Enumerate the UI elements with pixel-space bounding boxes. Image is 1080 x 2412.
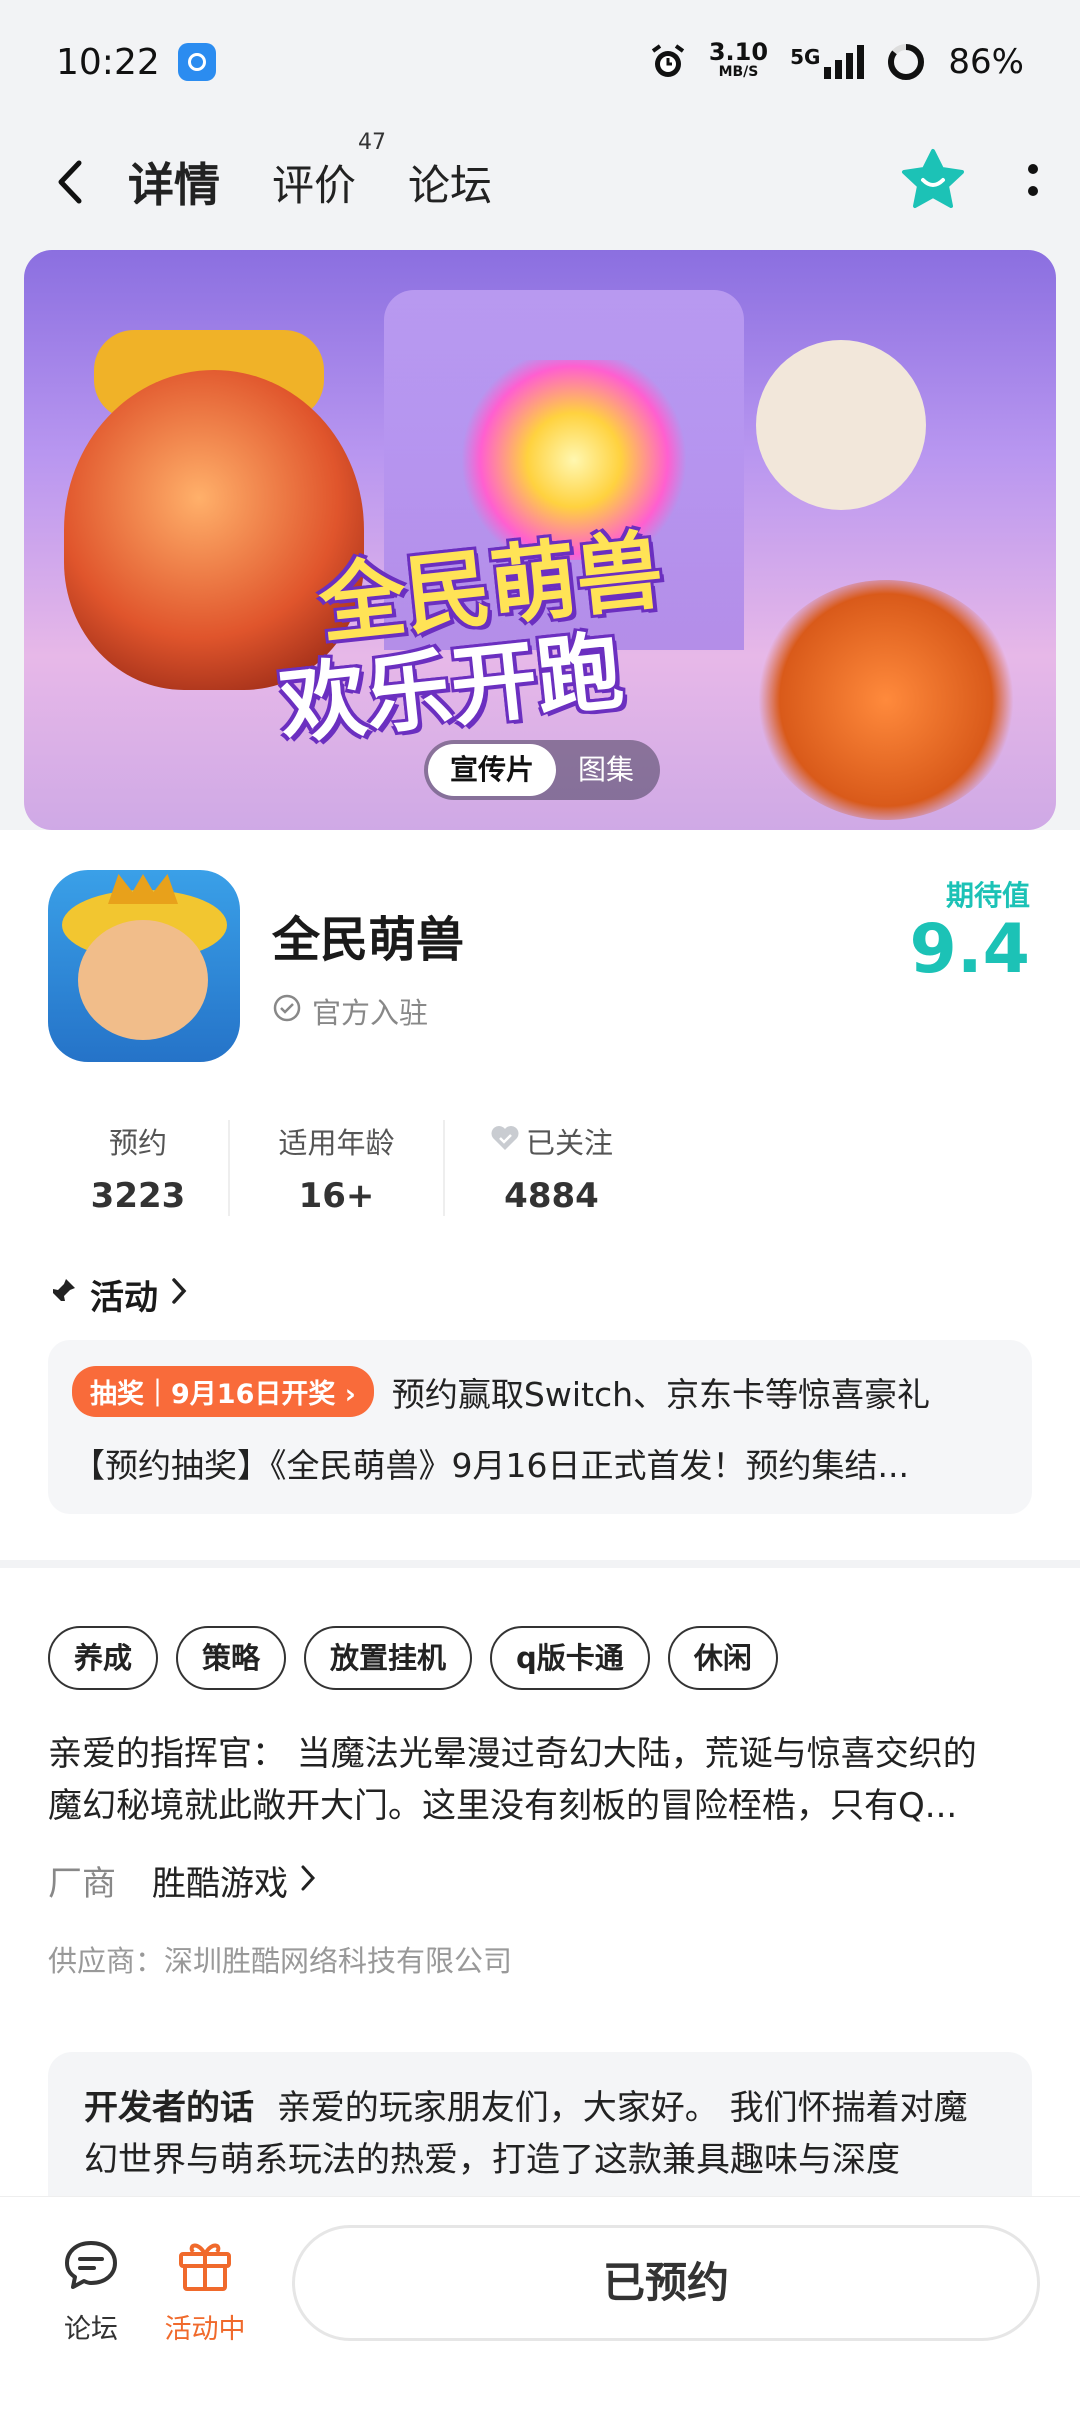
- battery-percent: 86%: [948, 42, 1024, 82]
- stat-label: 适用年龄: [278, 1126, 395, 1160]
- battery-ring-icon: [886, 42, 926, 82]
- status-bar: 10:22 3.10 MB/S 5G 86%: [0, 0, 1080, 124]
- status-indicators: 3.10 MB/S 5G 86%: [649, 38, 1024, 82]
- stat-followers[interactable]: 已关注 4884: [443, 1120, 658, 1216]
- supplier-text: 供应商：深圳胜酷网络科技有限公司: [48, 1944, 513, 1978]
- notification-app-icon: [177, 43, 216, 81]
- status-time: 10:22: [56, 41, 160, 83]
- reserved-button[interactable]: 已预约: [292, 2225, 1040, 2341]
- chevron-right-icon: [300, 1861, 316, 1901]
- chevron-right-icon: ›: [344, 1379, 356, 1410]
- reviews-count-badge: 47: [358, 129, 387, 155]
- tab-forum[interactable]: 论坛: [408, 152, 492, 213]
- stat-label: 已关注: [445, 1120, 658, 1162]
- check-circle-icon: [272, 993, 302, 1030]
- game-app-icon: [48, 870, 240, 1062]
- top-nav: 详情 评价 47 论坛: [0, 124, 1080, 240]
- lottery-badge-label: 抽奖｜9月16日开奖: [90, 1379, 336, 1410]
- favorite-star-icon[interactable]: [900, 148, 966, 216]
- stat-reservations: 预约 3223: [48, 1120, 228, 1216]
- tag-item[interactable]: 休闲: [667, 1626, 778, 1690]
- stat-label: 预约: [108, 1126, 167, 1160]
- heart-check-icon: [490, 1124, 520, 1159]
- chevron-right-icon: [170, 1275, 188, 1315]
- tag-list: 养成 策略 放置挂机 q版卡通 休闲: [48, 1626, 778, 1690]
- pin-icon: [48, 1275, 78, 1315]
- gift-icon: [150, 2233, 260, 2297]
- stat-value: 4884: [504, 1176, 599, 1216]
- banner-hero-art: [64, 370, 364, 690]
- expectation-label: 期待值: [945, 879, 1030, 912]
- stat-value: 16+: [298, 1176, 375, 1216]
- game-name: 全民萌兽: [272, 912, 465, 968]
- activity-label: 活动中: [164, 2314, 246, 2345]
- vendor-row[interactable]: 厂商 胜酷游戏: [48, 1856, 316, 1905]
- bottom-activity-button[interactable]: 活动中: [150, 2233, 260, 2346]
- game-header-card: 全民萌兽 官方入驻 期待值 9.4 预约 3223 适用年龄 16+ 已关注 4…: [0, 830, 1080, 1560]
- bottom-action-bar: 论坛 活动中 已预约: [0, 2196, 1080, 2412]
- chat-bubble-icon: [36, 2233, 146, 2297]
- expectation-value: 9.4: [909, 910, 1030, 989]
- media-tab-gallery[interactable]: 图集: [556, 744, 656, 796]
- expectation-score: 期待值 9.4: [910, 874, 1030, 986]
- official-badge: 官方入驻: [272, 990, 428, 1032]
- net-speed: 3.10 MB/S: [708, 38, 769, 82]
- activity-card[interactable]: 抽奖｜9月16日开奖 › 预约赢取Switch、京东卡等惊喜豪礼 【预约抽奖】《…: [48, 1340, 1032, 1514]
- vendor-name: 胜酷游戏: [152, 1864, 288, 1904]
- activity-description: 【预约抽奖】《全民萌兽》9月16日正式首发！预约集结...: [72, 1446, 909, 1485]
- network-type: 5G: [790, 45, 821, 69]
- activity-section-header[interactable]: 活动: [48, 1270, 188, 1319]
- banner-title: 全民萌兽 欢乐开跑: [275, 521, 677, 757]
- stats-row: 预约 3223 适用年龄 16+ 已关注 4884: [48, 1120, 658, 1216]
- activity-title: 预约赢取Switch、京东卡等惊喜豪礼: [391, 1374, 931, 1414]
- signal-icon: 5G: [790, 45, 865, 79]
- game-description[interactable]: 亲爱的指挥官： 当魔法光晕漫过奇幻大陆，荒诞与惊喜交织的 魔幻秘境就此敞开大门。…: [48, 1728, 1038, 1832]
- alarm-icon: [649, 43, 687, 81]
- banner-character-art: [756, 340, 926, 510]
- tag-item[interactable]: q版卡通: [490, 1626, 650, 1690]
- stat-value: 3223: [90, 1176, 186, 1216]
- tag-item[interactable]: 放置挂机: [304, 1626, 473, 1690]
- tab-reviews[interactable]: 评价 47: [272, 130, 386, 213]
- vendor-label: 厂商: [48, 1864, 116, 1904]
- media-switch: 宣传片 图集: [424, 740, 661, 800]
- tag-item[interactable]: 策略: [176, 1626, 287, 1690]
- lottery-badge[interactable]: 抽奖｜9月16日开奖 ›: [72, 1366, 374, 1417]
- tab-details[interactable]: 详情: [124, 149, 224, 215]
- net-speed-value: 3.10: [708, 38, 769, 66]
- bottom-forum-button[interactable]: 论坛: [36, 2233, 146, 2346]
- more-menu-icon[interactable]: [1026, 160, 1040, 204]
- description-line: 魔幻秘境就此敞开大门。这里没有刻板的冒险桎梏，只有Q...: [48, 1786, 958, 1826]
- activity-row: 抽奖｜9月16日开奖 › 预约赢取Switch、京东卡等惊喜豪礼: [72, 1366, 1008, 1417]
- official-label: 官方入驻: [312, 996, 429, 1030]
- forum-label: 论坛: [64, 2314, 118, 2345]
- developer-notes-heading: 开发者的话: [84, 2088, 254, 2128]
- promo-banner[interactable]: 全民萌兽 欢乐开跑 宣传片 图集: [24, 250, 1056, 830]
- tag-item[interactable]: 养成: [48, 1626, 159, 1690]
- activity-heading: 活动: [90, 1278, 158, 1318]
- stat-age-rating: 适用年龄 16+: [228, 1120, 443, 1216]
- followed-label: 已关注: [525, 1126, 613, 1160]
- back-icon[interactable]: [40, 152, 100, 212]
- description-line: 亲爱的指挥官： 当魔法光晕漫过奇幻大陆，荒诞与惊喜交织的: [48, 1734, 977, 1774]
- tab-reviews-label: 评价: [272, 160, 357, 210]
- media-tab-trailer[interactable]: 宣传片: [428, 744, 557, 796]
- banner-character-art-2: [756, 580, 1016, 820]
- nav-actions: [900, 148, 1040, 216]
